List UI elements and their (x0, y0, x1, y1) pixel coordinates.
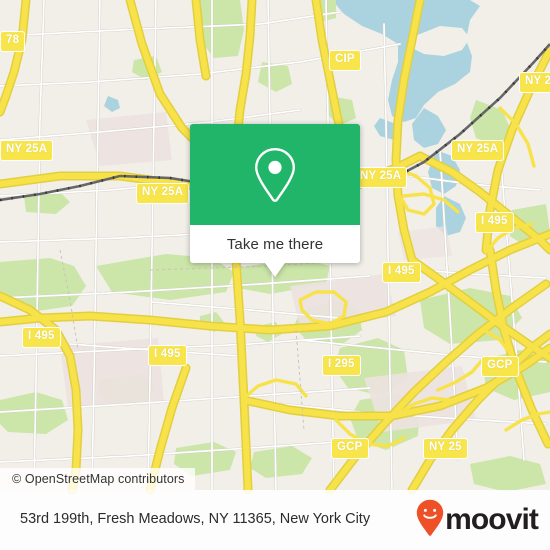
road-shield-label: 78 (0, 31, 26, 52)
road-shield-label: NY 25 (423, 438, 468, 459)
road-shield-label: I 295 (322, 355, 361, 376)
road-shield-label: NY 25A (136, 183, 190, 204)
road-shield-label: GCP (331, 438, 369, 459)
road-shield-label: NY 25A (451, 140, 505, 161)
moovit-pin-icon (416, 499, 444, 542)
road-shield-label: I 495 (475, 212, 514, 233)
callout-tail-pointer (265, 263, 285, 277)
road-shield-label: I 495 (22, 327, 61, 348)
address-text: 53rd 199th, Fresh Meadows, NY 11365, New… (20, 511, 371, 528)
bottom-info-bar: 53rd 199th, Fresh Meadows, NY 11365, New… (0, 490, 550, 550)
map-attribution[interactable]: © OpenStreetMap contributors (0, 468, 195, 490)
map-pin-icon (252, 146, 298, 204)
take-me-there-callout[interactable]: Take me there (190, 124, 360, 277)
road-shield-label: NY 25A (0, 140, 54, 161)
moovit-logo[interactable]: moovit (416, 499, 539, 542)
moovit-wordmark: moovit (445, 503, 539, 536)
moovit-map-screen: 78 CIP NY 25 NY 25A NY 25A NY 25A NY 25A I 495 I… (0, 0, 550, 550)
road-shield-label: GCP (481, 356, 519, 377)
take-me-there-button[interactable]: Take me there (190, 225, 360, 263)
road-shield-label: I 495 (148, 345, 187, 366)
callout-pin-panel (190, 124, 360, 225)
road-shield-label: NY 25A (354, 167, 408, 188)
road-shield-label: NY 25 (519, 72, 550, 93)
road-shield-label: CIP (329, 50, 361, 71)
road-shield-label: I 495 (382, 262, 421, 283)
